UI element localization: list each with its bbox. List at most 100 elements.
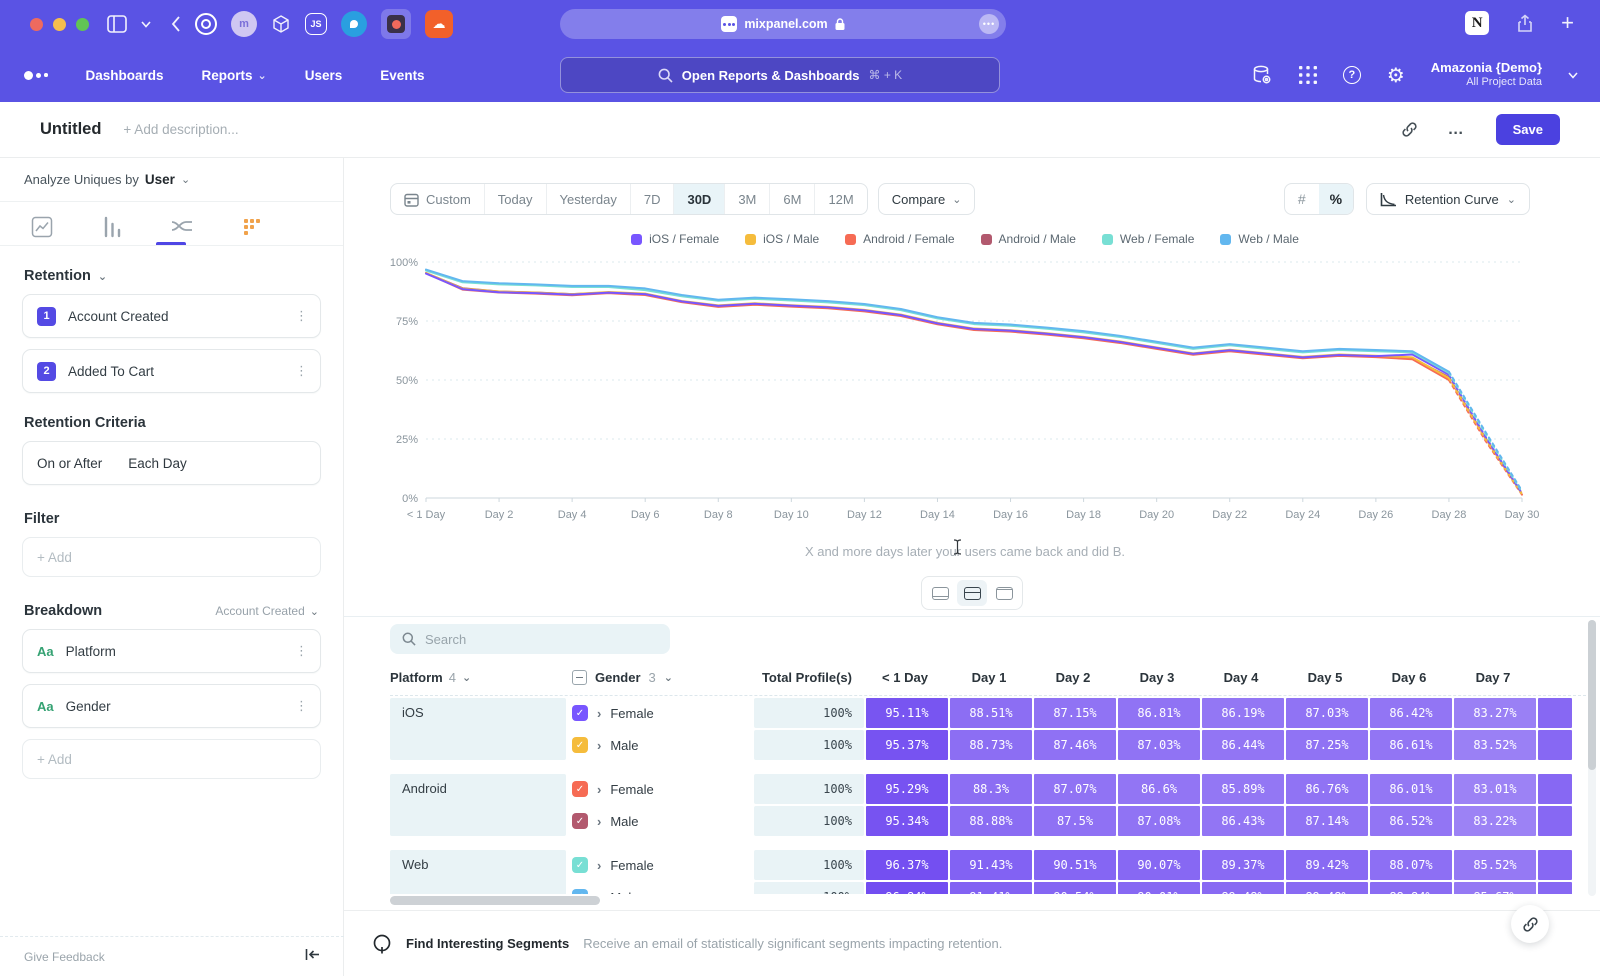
give-feedback-link[interactable]: Give Feedback: [24, 950, 105, 964]
row-checkbox[interactable]: ✓: [572, 781, 588, 797]
expand-row-icon[interactable]: ›: [597, 858, 601, 873]
range-yesterday[interactable]: Yesterday: [547, 184, 631, 214]
day-column-header[interactable]: Day 6: [1368, 670, 1450, 685]
tab-flows[interactable]: [168, 212, 196, 242]
row-checkbox[interactable]: ✓: [572, 705, 588, 721]
collapse-sidebar-icon[interactable]: [305, 948, 320, 966]
share-link-floating-button[interactable]: [1511, 905, 1549, 943]
report-title[interactable]: Untitled: [40, 120, 101, 139]
day-column-header[interactable]: Day 1: [948, 670, 1030, 685]
scrollbar-thumb[interactable]: [1588, 620, 1596, 770]
breakdown-platform[interactable]: Aa Platform ⋮: [22, 629, 321, 673]
expand-row-icon[interactable]: ›: [597, 738, 601, 753]
kebab-menu-icon[interactable]: ⋮: [295, 698, 308, 714]
browser-extension-icon[interactable]: [341, 11, 367, 37]
day-column-header[interactable]: Day 2: [1032, 670, 1114, 685]
mixpanel-logo[interactable]: [24, 71, 48, 80]
breakdown-gender[interactable]: Aa Gender ⋮: [22, 684, 321, 728]
day-column-header[interactable]: Day 3: [1116, 670, 1198, 685]
row-checkbox[interactable]: ✓: [572, 737, 588, 753]
horizontal-scrollbar[interactable]: [390, 896, 1540, 905]
more-options-icon[interactable]: …: [1448, 121, 1466, 139]
expand-row-icon[interactable]: ›: [597, 890, 601, 895]
day-column-header[interactable]: Day 4: [1200, 670, 1282, 685]
range-12m[interactable]: 12M: [815, 184, 866, 214]
add-filter-button[interactable]: + Add: [22, 537, 321, 577]
retention-section-header[interactable]: Retention⌄: [24, 268, 319, 284]
day-column-header[interactable]: Day 7: [1452, 670, 1534, 685]
kebab-menu-icon[interactable]: ⋮: [295, 643, 308, 659]
address-menu-icon[interactable]: •••: [979, 14, 999, 34]
project-switcher[interactable]: Amazonia {Demo} All Project Data: [1431, 60, 1542, 90]
help-icon[interactable]: ?: [1343, 66, 1361, 84]
range-30d[interactable]: 30D: [674, 184, 725, 214]
criteria-interval[interactable]: Each Day: [128, 456, 187, 471]
browser-extension-icon[interactable]: m: [231, 11, 257, 37]
minimize-window-button[interactable]: [53, 18, 66, 31]
expand-row-icon[interactable]: ›: [597, 814, 601, 829]
nav-item-reports[interactable]: Reports⌄: [202, 68, 267, 83]
share-icon[interactable]: [1517, 14, 1533, 33]
chevron-down-icon[interactable]: [141, 21, 151, 28]
legend-item[interactable]: iOS / Male: [745, 232, 819, 246]
platform-column-header[interactable]: Platform4⌄: [390, 670, 566, 685]
count-toggle[interactable]: #: [1285, 184, 1319, 214]
back-icon[interactable]: [171, 16, 181, 32]
legend-item[interactable]: Android / Female: [845, 232, 954, 246]
zoom-window-button[interactable]: [76, 18, 89, 31]
segments-title[interactable]: Find Interesting Segments: [406, 936, 569, 951]
notion-icon[interactable]: N: [1465, 11, 1489, 35]
open-reports-search-button[interactable]: Open Reports & Dashboards ⌘ + K: [560, 57, 1000, 93]
cube-icon[interactable]: [271, 14, 291, 34]
legend-item[interactable]: Web / Female: [1102, 232, 1194, 246]
expand-row-icon[interactable]: ›: [597, 706, 601, 721]
kebab-menu-icon[interactable]: ⋮: [295, 308, 308, 324]
indeterminate-checkbox[interactable]: [572, 670, 587, 685]
percent-toggle[interactable]: %: [1319, 184, 1353, 214]
nav-item-users[interactable]: Users: [305, 68, 343, 83]
address-bar[interactable]: mixpanel.com •••: [560, 9, 1006, 39]
row-checkbox[interactable]: ✓: [572, 813, 588, 829]
breakdown-scope-selector[interactable]: Account Created⌄: [215, 604, 319, 618]
active-tab-extension-icon[interactable]: [381, 9, 411, 39]
day-column-header[interactable]: Day 5: [1284, 670, 1366, 685]
row-checkbox[interactable]: ✓: [572, 857, 588, 873]
nav-item-events[interactable]: Events: [380, 68, 424, 83]
new-tab-icon[interactable]: +: [1561, 10, 1574, 36]
add-breakdown-button[interactable]: + Add: [22, 739, 321, 779]
copy-link-icon[interactable]: [1401, 121, 1418, 138]
tab-funnels[interactable]: [98, 212, 126, 242]
range-custom[interactable]: Custom: [391, 184, 485, 214]
compare-button[interactable]: Compare⌄: [878, 183, 976, 215]
tab-insights[interactable]: [28, 212, 56, 242]
criteria-mode[interactable]: On or After: [37, 456, 102, 471]
range-3m[interactable]: 3M: [725, 184, 770, 214]
total-profiles-header[interactable]: Total Profile(s): [754, 670, 864, 685]
chart-only-view-button[interactable]: [925, 580, 955, 606]
browser-extension-icon[interactable]: [195, 13, 217, 35]
range-6m[interactable]: 6M: [770, 184, 815, 214]
nav-item-dashboards[interactable]: Dashboards: [86, 68, 164, 83]
legend-item[interactable]: iOS / Female: [631, 232, 719, 246]
split-view-button[interactable]: [957, 580, 987, 606]
save-button[interactable]: Save: [1496, 114, 1560, 145]
vertical-scrollbar[interactable]: [1588, 620, 1596, 896]
retention-step-account-created[interactable]: 1 Account Created ⋮: [22, 294, 321, 338]
settings-gear-icon[interactable]: ⚙: [1387, 63, 1405, 88]
kebab-menu-icon[interactable]: ⋮: [295, 363, 308, 379]
soundcloud-extension-icon[interactable]: ☁: [425, 10, 453, 38]
day-column-header[interactable]: < 1 Day: [864, 670, 946, 685]
tab-retention[interactable]: [238, 212, 266, 242]
sidebar-toggle-icon[interactable]: [107, 15, 127, 33]
range-7d[interactable]: 7D: [631, 184, 675, 214]
table-search[interactable]: [390, 624, 670, 654]
gender-column-header[interactable]: Gender3⌄: [566, 670, 754, 685]
chart-type-selector[interactable]: Retention Curve⌄: [1366, 183, 1530, 215]
js-extension-icon[interactable]: JS: [305, 13, 327, 35]
window-controls[interactable]: [30, 18, 89, 31]
range-today[interactable]: Today: [485, 184, 547, 214]
scrollbar-thumb[interactable]: [390, 896, 600, 905]
legend-item[interactable]: Web / Male: [1220, 232, 1298, 246]
legend-item[interactable]: Android / Male: [981, 232, 1076, 246]
table-only-view-button[interactable]: [989, 580, 1019, 606]
